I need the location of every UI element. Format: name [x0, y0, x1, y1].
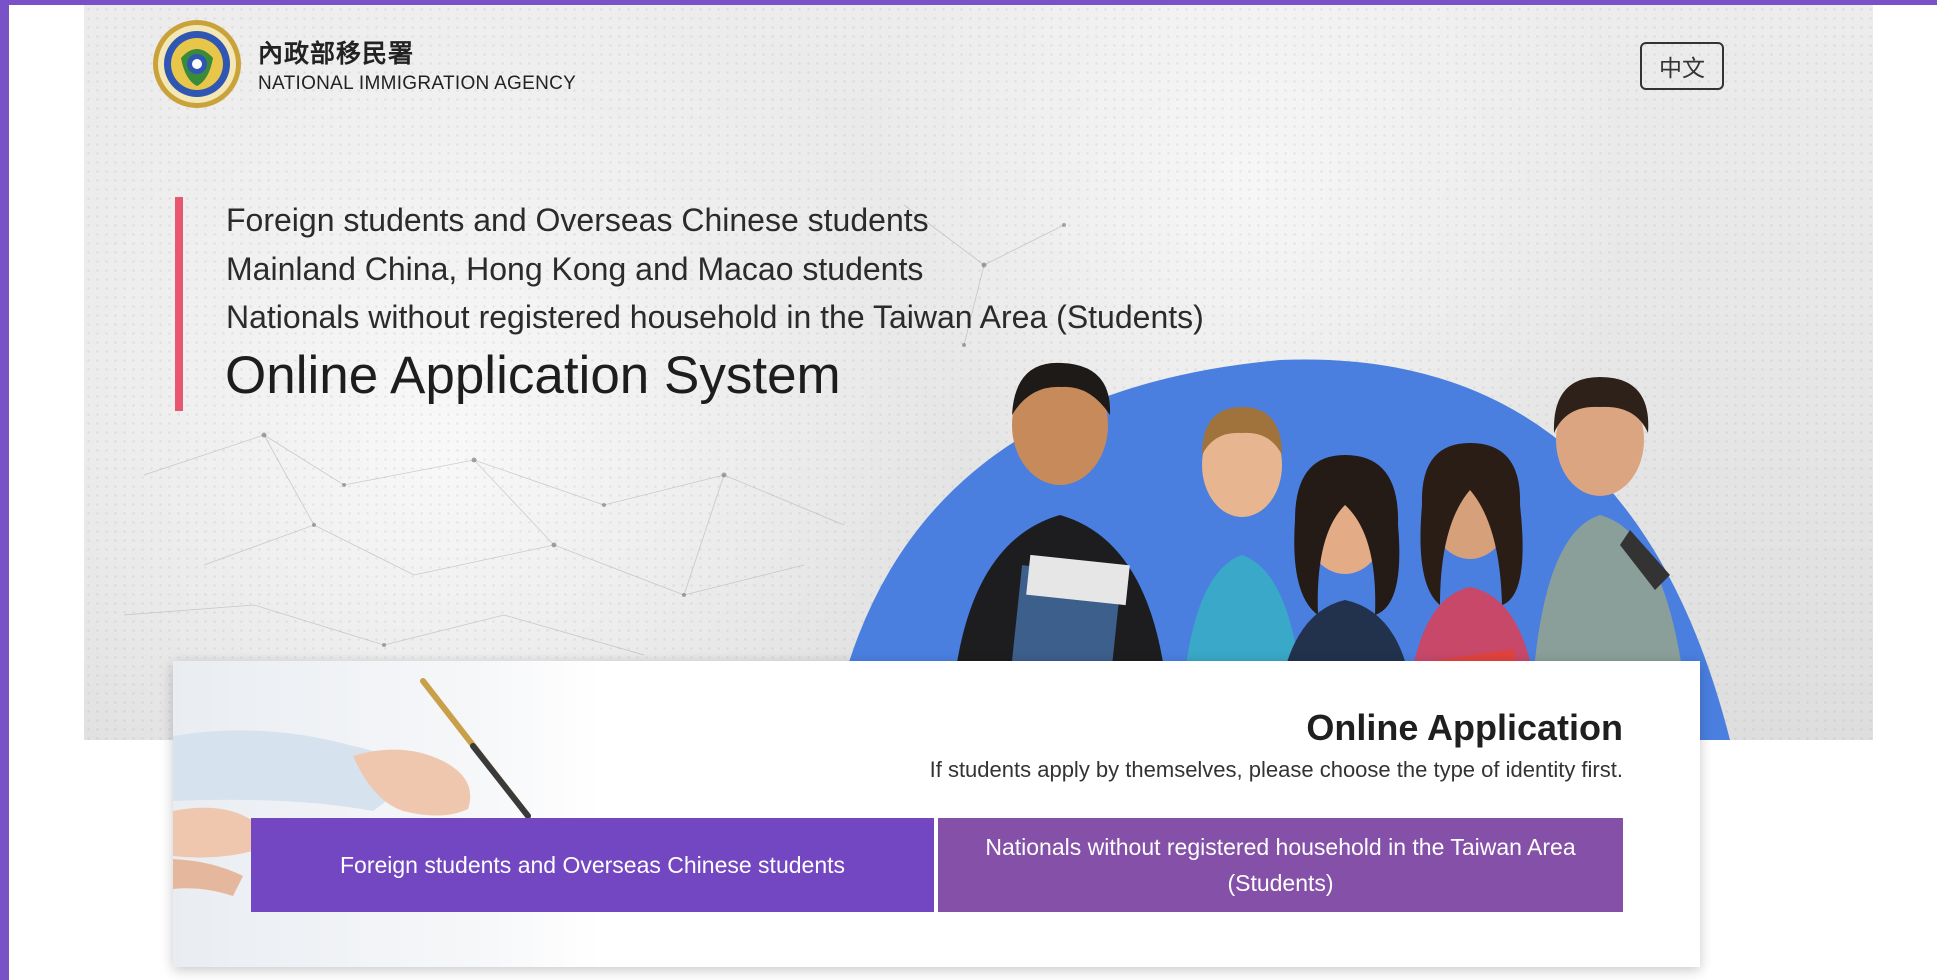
application-subtitle: If students apply by themselves, please … — [929, 757, 1623, 782]
nationals-students-option-button[interactable]: Nationals without registered household i… — [938, 818, 1623, 912]
application-title: Online Application — [1306, 707, 1623, 748]
agency-name-en: NATIONAL IMMIGRATION AGENCY — [258, 73, 577, 94]
hero-line-nationals-students: Nationals without registered household i… — [226, 299, 1204, 335]
frame-left-border — [0, 0, 9, 980]
hero-line-foreign-students: Foreign students and Overseas Chinese st… — [226, 202, 929, 238]
agency-seal-icon[interactable] — [151, 18, 243, 110]
signing-hand-image — [173, 661, 603, 967]
foreign-students-option-button[interactable]: Foreign students and Overseas Chinese st… — [251, 818, 934, 912]
language-toggle-button[interactable]: 中文 — [1640, 42, 1724, 90]
hero-line-mainland-students: Mainland China, Hong Kong and Macao stud… — [226, 251, 924, 287]
online-application-card: Online Application If students apply by … — [173, 661, 1700, 967]
page-title: Online Application System — [225, 346, 841, 405]
agency-name-zh: 內政部移民署 — [258, 39, 415, 68]
accent-bar — [175, 197, 183, 411]
